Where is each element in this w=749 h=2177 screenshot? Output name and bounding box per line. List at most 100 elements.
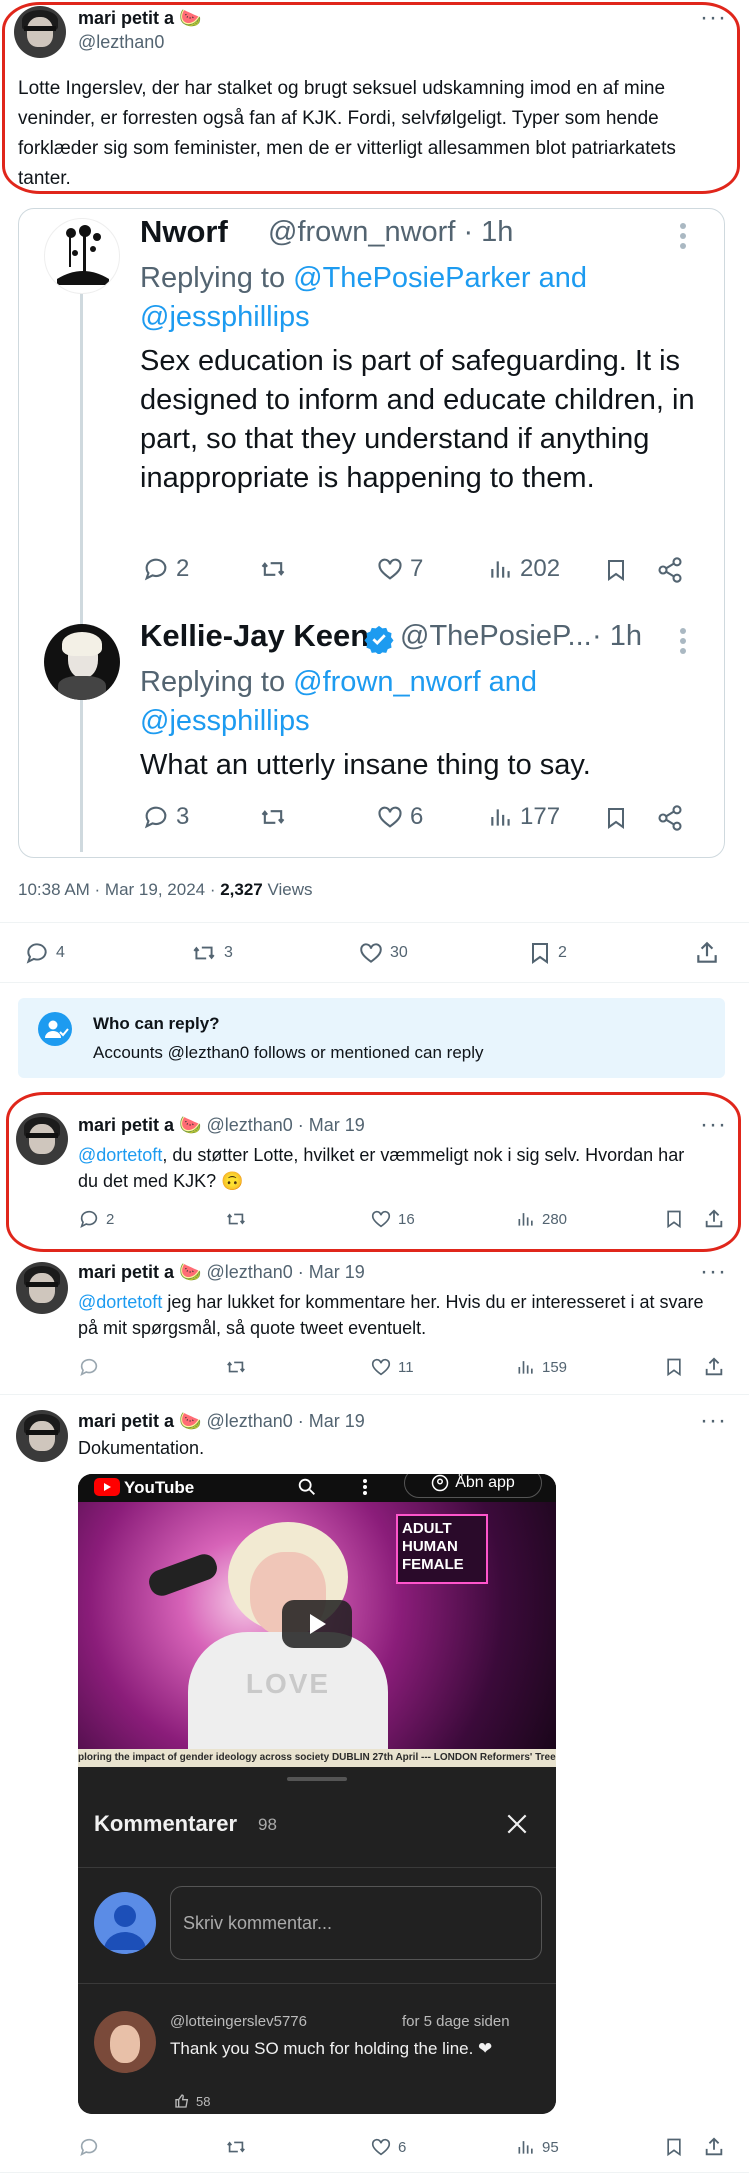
reply-count: 2: [176, 555, 190, 582]
video-frame[interactable]: ADULT HUMAN FEMALE LOVE: [78, 1502, 556, 1749]
views-button[interactable]: 95: [516, 2136, 559, 2158]
commenter-handle[interactable]: @lotteingerslev5776: [170, 2013, 307, 2030]
views-button[interactable]: 177: [488, 803, 560, 831]
reply-text: @dortetoft jeg har lukket for kommentare…: [78, 1289, 718, 1341]
share-icon[interactable]: [694, 940, 720, 971]
avatar[interactable]: [16, 1410, 68, 1462]
quoted-author-handle[interactable]: @frown_nworf · 1h: [268, 216, 513, 249]
reply-header: mari petit a 🍉 @lezthan0 · Mar 19: [78, 1262, 365, 1283]
reply-button[interactable]: 3: [142, 803, 189, 831]
views-icon: [518, 2141, 533, 2154]
youtube-topbar: YouTube Åbn app: [78, 1474, 556, 1502]
more-options-icon[interactable]: ···: [700, 1409, 727, 1433]
avatar[interactable]: [16, 1262, 68, 1314]
repost-button[interactable]: [224, 2136, 248, 2158]
reply-button[interactable]: [78, 1356, 100, 1378]
reply-button[interactable]: 2: [78, 1208, 114, 1230]
share-icon[interactable]: [703, 1208, 725, 1235]
repost-icon: [261, 562, 285, 576]
repost-button[interactable]: 3: [190, 940, 233, 966]
quoted-tweet-time[interactable]: · 1h: [592, 620, 642, 653]
repost-button[interactable]: [224, 1356, 248, 1378]
open-app-button[interactable]: Åbn app: [404, 1474, 542, 1498]
quoted-author-name[interactable]: Nworf: [140, 214, 228, 250]
more-options-icon[interactable]: ···: [700, 1260, 727, 1284]
avatar[interactable]: [14, 6, 66, 58]
reply-author-name[interactable]: mari petit a 🍉: [78, 1115, 201, 1135]
comments-count: 98: [258, 1815, 277, 1834]
kebab-menu-icon[interactable]: [362, 1478, 368, 1501]
video-embed[interactable]: YouTube Åbn app ADULT HUMAN FEMALE LOVE …: [78, 1474, 556, 2114]
repost-icon: [227, 1361, 245, 1373]
avatar-kellie[interactable]: [44, 624, 120, 700]
more-options-icon[interactable]: [680, 222, 686, 250]
bookmark-icon[interactable]: [664, 1356, 684, 1383]
bookmark-icon[interactable]: [664, 2136, 684, 2163]
search-icon[interactable]: [296, 1476, 318, 1503]
views-count: 2,327: [220, 880, 263, 899]
like-button[interactable]: 30: [358, 940, 408, 966]
reply-meta[interactable]: @lezthan0 · Mar 19: [206, 1411, 364, 1431]
reply-meta[interactable]: @lezthan0 · Mar 19: [206, 1262, 364, 1282]
share-icon[interactable]: [703, 2136, 725, 2163]
verified-badge-icon: [364, 624, 394, 659]
like-button[interactable]: 11: [370, 1356, 414, 1378]
repost-button[interactable]: [258, 555, 288, 583]
replying-users-link[interactable]: @frown_nworf and: [293, 666, 537, 698]
reply-author-name[interactable]: mari petit a 🍉: [78, 1262, 201, 1282]
reply-icon: [80, 1210, 98, 1228]
close-icon[interactable]: [504, 1811, 530, 1842]
comment-like-button[interactable]: 58: [174, 2093, 210, 2109]
bookmark-icon: [532, 943, 548, 964]
comment-input[interactable]: Skriv kommentar...: [170, 1886, 542, 1960]
reply-button[interactable]: [78, 2136, 100, 2158]
bookmark-icon[interactable]: [604, 804, 628, 837]
avatar[interactable]: [16, 1113, 68, 1165]
replying-user-link[interactable]: @jessphillips: [140, 301, 310, 333]
replying-user-link[interactable]: @jessphillips: [140, 705, 310, 737]
views-button[interactable]: 280: [516, 1208, 567, 1230]
author-handle[interactable]: @lezthan0: [78, 32, 164, 53]
heart-icon: [371, 1358, 391, 1376]
play-button[interactable]: [282, 1600, 352, 1648]
quoted-author-name[interactable]: Kellie-Jay Keen: [140, 618, 369, 654]
mention-link[interactable]: @dortetoft: [78, 1145, 162, 1165]
bookmark-button[interactable]: 2: [528, 940, 567, 966]
share-icon[interactable]: [656, 556, 684, 589]
more-options-icon[interactable]: [680, 627, 686, 655]
sign-text: ADULT HUMAN FEMALE: [402, 1520, 464, 1573]
shirt-text: LOVE: [245, 1668, 331, 1699]
more-options-icon[interactable]: ···: [700, 1113, 727, 1137]
more-options-icon[interactable]: ···: [700, 6, 727, 30]
repost-button[interactable]: [224, 1208, 248, 1230]
quoted-author-handle[interactable]: @ThePosieP...: [400, 620, 592, 653]
share-icon[interactable]: [656, 804, 684, 837]
like-button[interactable]: 16: [370, 1208, 415, 1230]
reply-meta[interactable]: @lezthan0 · Mar 19: [206, 1115, 364, 1135]
reply-author-name[interactable]: mari petit a 🍉: [78, 1411, 201, 1431]
bookmark-icon[interactable]: [604, 556, 628, 589]
author-name[interactable]: mari petit a 🍉: [78, 8, 201, 29]
comment-time: for 5 dage siden: [402, 2013, 510, 2030]
share-icon[interactable]: [703, 1356, 725, 1383]
views-button[interactable]: 159: [516, 1356, 567, 1378]
repost-button[interactable]: [258, 803, 288, 831]
divider: [0, 2172, 749, 2173]
mention-link[interactable]: @dortetoft: [78, 1292, 162, 1312]
like-button[interactable]: 6: [376, 803, 423, 831]
views-button[interactable]: 202: [488, 555, 560, 583]
reply-button[interactable]: 4: [24, 940, 65, 966]
reply-button[interactable]: 2: [142, 555, 189, 583]
like-button[interactable]: 6: [370, 2136, 406, 2158]
post-time[interactable]: 10:38 AM · Mar 19, 2024 ·: [18, 880, 220, 899]
views-count: 177: [520, 803, 561, 830]
bookmark-icon[interactable]: [664, 1208, 684, 1235]
avatar-nworf[interactable]: [44, 218, 120, 294]
like-button[interactable]: 7: [376, 555, 423, 583]
commenter-avatar[interactable]: [94, 2011, 156, 2073]
replying-to: Replying to @frown_nworf and @jessphilli…: [140, 663, 700, 741]
reply-body: jeg har lukket for kommentare her. Hvis …: [78, 1292, 704, 1338]
reply-icon: [144, 558, 167, 581]
drag-handle[interactable]: [287, 1777, 347, 1781]
replying-users-link[interactable]: @ThePosieParker and: [293, 262, 587, 294]
